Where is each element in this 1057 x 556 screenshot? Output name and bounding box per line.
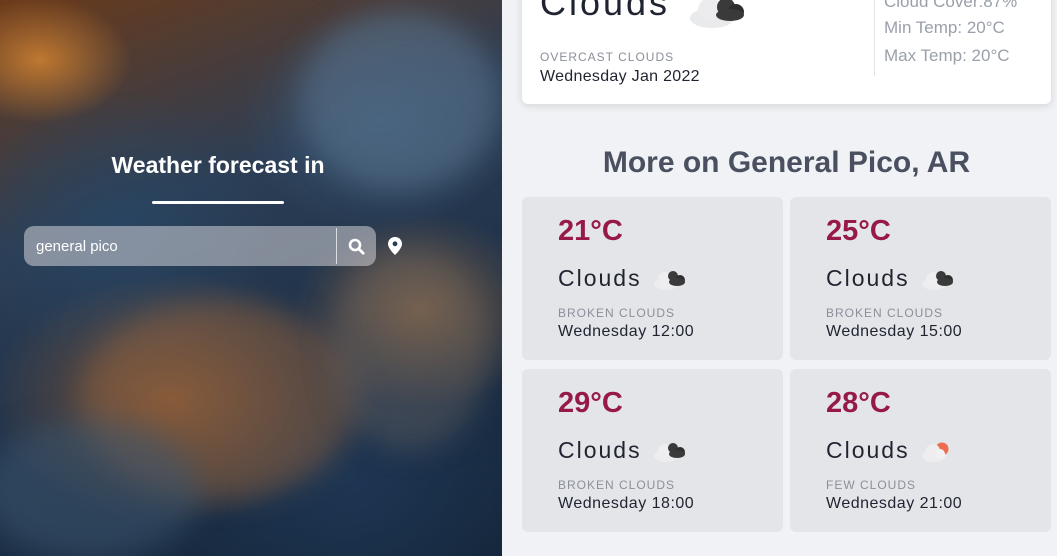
search-box	[24, 226, 376, 266]
cloud-cover-stat: Cloud Cover:87%	[884, 0, 1018, 11]
broken-clouds-icon	[652, 439, 688, 468]
forecast-temperature: 25°C	[826, 215, 891, 247]
forecast-time: Wednesday 21:00	[826, 495, 963, 512]
forecast-description: BROKEN CLOUDS	[826, 306, 944, 320]
card-divider	[874, 0, 875, 76]
hero-panel: Weather forecast in	[0, 0, 502, 556]
forecast-time: Wednesday 15:00	[826, 323, 963, 340]
min-temp-stat: Min Temp: 20°C	[884, 18, 1005, 37]
max-temp-stat: Max Temp: 20°C	[884, 46, 1010, 65]
forecast-card: 29°C Clouds BROKEN CLOUDS Wednesday 18:0…	[522, 369, 783, 532]
forecast-description: BROKEN CLOUDS	[558, 306, 676, 320]
forecast-temperature: 21°C	[558, 215, 623, 247]
city-search-input[interactable]	[24, 226, 336, 266]
forecast-card: 21°C Clouds BROKEN CLOUDS Wednesday 12:0…	[522, 197, 783, 360]
current-weather-card: Clouds OVERCAST CLOUDS Wednesday Jan 202…	[522, 0, 1051, 104]
forecast-description: FEW CLOUDS	[826, 478, 917, 492]
broken-clouds-icon	[652, 267, 688, 296]
current-date: Wednesday Jan 2022	[540, 68, 700, 85]
background-cloud	[330, 250, 490, 450]
forecast-description: BROKEN CLOUDS	[558, 478, 676, 492]
forecast-time: Wednesday 12:00	[558, 323, 695, 340]
search-button[interactable]	[337, 226, 376, 266]
broken-clouds-icon	[920, 267, 956, 296]
map-pin-icon	[388, 237, 402, 255]
few-clouds-icon	[920, 439, 956, 468]
forecast-section-title: More on General Pico, AR	[602, 146, 971, 179]
title-underline	[152, 201, 284, 204]
current-description: OVERCAST CLOUDS	[540, 50, 675, 64]
search-icon	[348, 238, 365, 255]
hero-title: Weather forecast in	[111, 152, 325, 178]
forecast-condition: Clouds	[826, 437, 910, 463]
current-location-button[interactable]	[386, 235, 404, 257]
forecast-condition: Clouds	[826, 265, 910, 291]
current-condition: Clouds	[540, 0, 671, 23]
forecast-condition: Clouds	[558, 265, 642, 291]
forecast-card: 25°C Clouds BROKEN CLOUDS Wednesday 15:0…	[790, 197, 1051, 360]
overcast-clouds-icon	[686, 0, 750, 35]
forecast-condition: Clouds	[558, 437, 642, 463]
forecast-time: Wednesday 18:00	[558, 495, 695, 512]
forecast-card: 28°C Clouds FEW CLOUDS Wednesday 21:00	[790, 369, 1051, 532]
forecast-temperature: 28°C	[826, 387, 891, 419]
forecast-temperature: 29°C	[558, 387, 623, 419]
